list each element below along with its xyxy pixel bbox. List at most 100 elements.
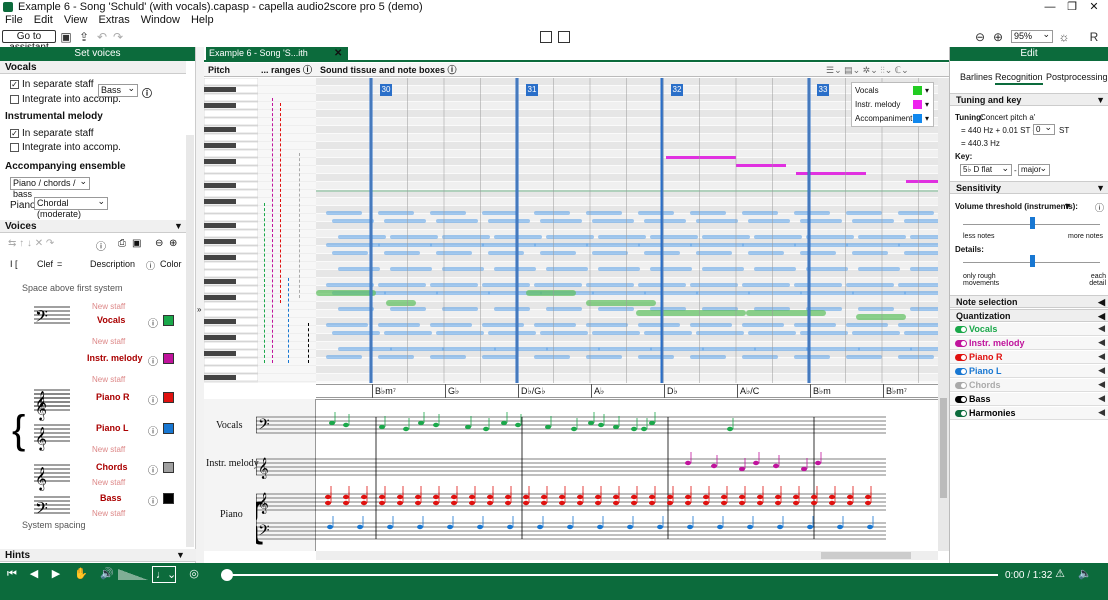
playback-slider-thumb[interactable]: [221, 569, 233, 581]
voice-info-icon[interactable]: ⓘ: [96, 238, 106, 253]
r-menu[interactable]: R: [1088, 31, 1100, 43]
menu-help[interactable]: Help: [191, 14, 214, 26]
collapse-icon[interactable]: ▼: [1096, 182, 1105, 195]
chord-cell[interactable]: D♭/G♭: [518, 384, 546, 398]
expand-icon[interactable]: ◀: [1098, 310, 1105, 323]
legend-vocals-swatch[interactable]: [913, 86, 922, 95]
chord-cell[interactable]: B♭m: [810, 384, 831, 398]
legend-instr-swatch[interactable]: [913, 100, 922, 109]
chords-color-swatch[interactable]: [163, 462, 174, 473]
rewind-icon[interactable]: ⏮: [6, 568, 18, 580]
menu-view[interactable]: View: [64, 14, 88, 26]
tab-postprocessing[interactable]: Postprocessing: [1046, 72, 1108, 82]
measure-number[interactable]: 33: [817, 84, 829, 96]
voice-info-icon[interactable]: ⓘ: [148, 493, 158, 508]
instr-melody-color-swatch[interactable]: [163, 353, 174, 364]
chord-cell[interactable]: B♭m⁷: [883, 384, 907, 398]
expand-icon[interactable]: ◀: [1098, 407, 1105, 418]
piano-l-color-swatch[interactable]: [163, 423, 174, 434]
menu-file[interactable]: File: [5, 14, 23, 26]
instr-separate-checkbox[interactable]: ✓: [10, 129, 19, 138]
volume-icon[interactable]: 🔊: [100, 568, 114, 580]
left-scrollbar[interactable]: [186, 135, 194, 547]
play-icon[interactable]: ▶: [50, 568, 62, 580]
warning-icon[interactable]: ⚠: [1054, 568, 1066, 580]
piano-select[interactable]: Chordal (moderate): [34, 196, 108, 219]
close-tab-icon[interactable]: ✕: [334, 48, 342, 59]
measure-number[interactable]: 30: [380, 84, 392, 96]
voice-info-icon[interactable]: ⓘ: [148, 462, 158, 477]
settings-icon[interactable]: ☼: [1058, 31, 1070, 43]
measure-number[interactable]: 31: [526, 84, 538, 96]
layout-right-icon[interactable]: [558, 31, 570, 43]
voice-info-icon[interactable]: ⓘ: [148, 392, 158, 407]
vocals-section[interactable]: Vocals: [0, 61, 186, 74]
instr-integrate-checkbox[interactable]: [10, 143, 19, 152]
pointer-icon[interactable]: ✋: [74, 568, 88, 580]
go-to-assistant-button[interactable]: Go to assistant: [2, 30, 56, 53]
vocals-separate-checkbox[interactable]: ✓: [10, 80, 19, 89]
vocals-color-swatch[interactable]: [163, 315, 174, 326]
st-stepper[interactable]: 0: [1033, 123, 1055, 135]
playback-slider[interactable]: [222, 574, 998, 576]
toggle-switch[interactable]: [955, 382, 967, 389]
toggle-row-piano-l[interactable]: Piano L ◀: [950, 365, 1108, 378]
hints-section[interactable]: Hints: [0, 549, 196, 562]
measure-number[interactable]: 32: [671, 84, 683, 96]
splitter[interactable]: »: [196, 47, 204, 563]
voice-info-icon[interactable]: ⓘ: [148, 353, 158, 368]
collapse-icon[interactable]: ▼: [174, 221, 183, 231]
save-icon[interactable]: ▣: [60, 31, 72, 43]
tab-recognition[interactable]: Recognition: [995, 72, 1043, 85]
speaker-icon[interactable]: 🔈: [1078, 568, 1092, 580]
toggle-row-piano-r[interactable]: Piano R ◀: [950, 351, 1108, 364]
piano-r-color-swatch[interactable]: [163, 392, 174, 403]
voices-section[interactable]: Voices: [0, 220, 186, 233]
piano-keyboard[interactable]: [204, 78, 258, 383]
toggle-row-bass[interactable]: Bass ◀: [950, 393, 1108, 406]
metronome-toggle[interactable]: ♩⌄: [152, 566, 176, 583]
vocals-clef-select[interactable]: Bass: [98, 83, 138, 97]
voice-zoom-out-icon[interactable]: ⊖: [155, 238, 163, 249]
menu-extras[interactable]: Extras: [99, 14, 130, 26]
key-select[interactable]: 5♭ D flat: [960, 163, 1012, 176]
toggle-switch[interactable]: [955, 410, 967, 417]
expand-icon[interactable]: ◀: [1098, 379, 1105, 390]
menu-window[interactable]: Window: [141, 14, 180, 26]
voice-info-icon[interactable]: ⓘ: [148, 315, 158, 330]
toggle-switch[interactable]: [955, 340, 967, 347]
toggle-switch[interactable]: [955, 326, 967, 333]
zoom-select[interactable]: 95%: [1011, 29, 1053, 43]
details-slider-thumb[interactable]: [1030, 255, 1035, 267]
score-hscroll[interactable]: [316, 551, 938, 560]
mode-select[interactable]: major: [1018, 163, 1050, 176]
toggle-row-chords[interactable]: Chords ◀: [950, 379, 1108, 392]
undo-icon[interactable]: ↶: [96, 31, 108, 43]
redo-icon[interactable]: ↷: [112, 31, 124, 43]
toggle-switch[interactable]: [955, 368, 967, 375]
volume-slider-thumb[interactable]: [1030, 217, 1035, 229]
maximize-button[interactable]: ❐: [1062, 0, 1082, 14]
voice-piano-l[interactable]: Piano L: [96, 423, 129, 433]
collapse-icon[interactable]: ▼: [1096, 94, 1105, 107]
menu-edit[interactable]: Edit: [34, 14, 53, 26]
zoom-in-icon[interactable]: ⊕: [992, 31, 1004, 43]
vocals-integrate-checkbox[interactable]: [10, 95, 19, 104]
voice-zoom-in-icon[interactable]: ⊕: [169, 238, 177, 249]
voice-instr-melody[interactable]: Instr. melody: [87, 353, 143, 363]
toggle-row-vocals[interactable]: Vocals ◀: [950, 323, 1108, 336]
toggle-switch[interactable]: [955, 354, 967, 361]
sensitivity-section[interactable]: Sensitivity ▼: [950, 181, 1108, 194]
hints-collapse-icon[interactable]: ▼: [176, 550, 185, 560]
voice-bass[interactable]: Bass: [100, 493, 122, 503]
chord-cell[interactable]: B♭m⁷: [372, 384, 396, 398]
share-icon[interactable]: ⇪: [78, 31, 90, 43]
chord-cell[interactable]: D♭: [664, 384, 678, 398]
voice-info-icon[interactable]: ⓘ: [148, 423, 158, 438]
tuning-value[interactable]: Concert pitch a': [980, 113, 1035, 122]
close-button[interactable]: ✕: [1084, 0, 1104, 14]
legend-accomp-swatch[interactable]: [913, 114, 922, 123]
view-options-icons[interactable]: ☰⌄ ▤⌄ ✲⌄ ⫶⫶⌄ ℂ⌄: [826, 65, 909, 76]
score-notation[interactable]: 𝄢𝄞𝄞𝄢{: [256, 399, 939, 551]
chord-cell[interactable]: G♭: [445, 384, 459, 398]
